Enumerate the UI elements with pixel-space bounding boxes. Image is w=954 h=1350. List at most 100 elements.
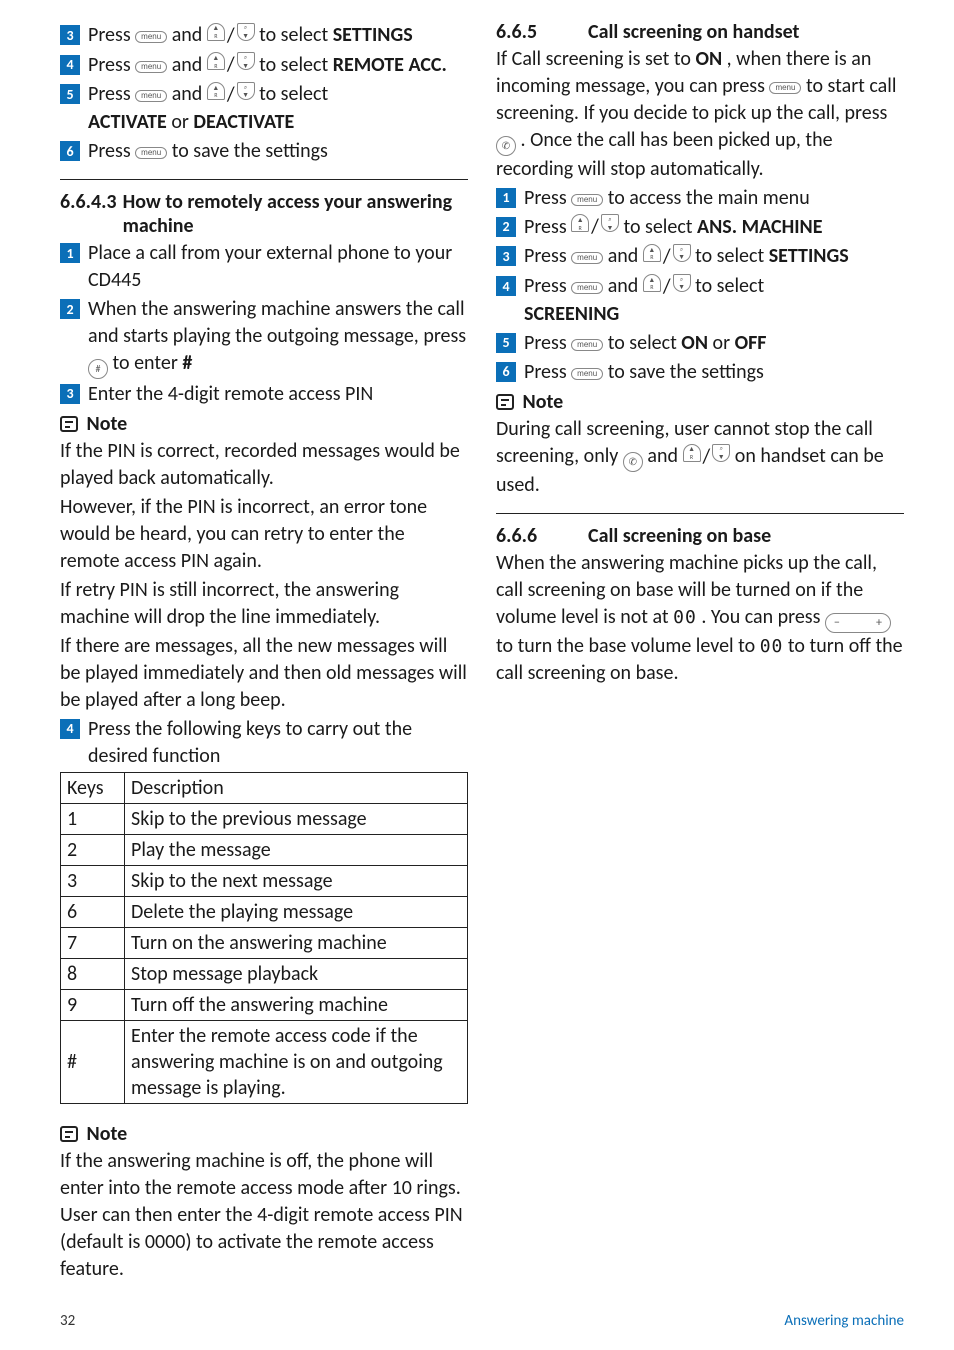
step-5: 5 Press menu and ▲R/⌕▼ to select ACTIVAT… — [60, 81, 468, 136]
note-heading: Note — [496, 390, 904, 414]
note-icon — [60, 1126, 78, 1142]
remote-step-1: 1 Place a call from your external phone … — [60, 240, 468, 294]
text: Place a call from your external phone to… — [88, 240, 468, 294]
volume-value: 00 — [760, 636, 784, 657]
hs-step-2: 2 Press ▲R/⌕▼ to select ANS. MACHINE — [496, 214, 904, 242]
menu-icon: menu — [135, 31, 167, 43]
left-column: 3 Press menu and ▲R/⌕▼ to select SETTING… — [60, 20, 468, 1285]
note-label: Note — [523, 390, 564, 414]
text: Press — [88, 82, 135, 106]
step-number: 1 — [60, 243, 80, 263]
text: and — [172, 23, 207, 47]
text: Enter the 4-digit remote access PIN — [88, 381, 468, 408]
footer-label: Answering machine — [784, 1312, 904, 1330]
remote-step-4: 4 Press the following keys to carry out … — [60, 716, 468, 770]
section-title: Call screening on base — [588, 524, 771, 548]
text: Press — [88, 23, 135, 47]
text: to select — [259, 53, 333, 77]
step-4: 4 Press menu and ▲R/⌕▼ to select REMOTE … — [60, 52, 468, 80]
step-number: 3 — [60, 384, 80, 404]
step-number: 6 — [496, 362, 516, 382]
divider — [496, 513, 904, 514]
volume-value: 00 — [673, 607, 697, 628]
section-6-6-4-3: 6.6.4.3 How to remotely access your answ… — [60, 190, 468, 238]
target: SETTINGS — [333, 23, 413, 47]
call-icon: ✆ — [496, 136, 516, 156]
step-number: 5 — [60, 84, 80, 104]
hash: # — [182, 351, 192, 375]
menu-icon: menu — [135, 61, 167, 73]
table-header-row: Keys Description — [61, 772, 468, 803]
note-icon — [60, 416, 78, 432]
volume-rocker-icon: −+ — [825, 613, 891, 633]
intro-text: If Call screening is set to ON , when th… — [496, 46, 904, 183]
remote-step-2: 2 When the answering machine answers the… — [60, 296, 468, 379]
header-keys: Keys — [61, 772, 125, 803]
note-text: If retry PIN is still incorrect, the ans… — [60, 577, 468, 631]
section-6-6-6: 6.6.6 Call screening on base — [496, 524, 904, 548]
up-down-icon: ▲R/⌕▼ — [207, 23, 255, 50]
text: Press — [88, 53, 135, 77]
menu-icon: menu — [135, 147, 167, 159]
step-number: 4 — [60, 55, 80, 75]
up-down-icon: ▲R/⌕▼ — [207, 52, 255, 79]
step-number: 3 — [60, 25, 80, 45]
step-6: 6 Press menu to save the settings — [60, 138, 468, 165]
note-icon — [496, 394, 514, 410]
step-3: 3 Press menu and ▲R/⌕▼ to select SETTING… — [60, 22, 468, 50]
table-row: 3Skip to the next message — [61, 865, 468, 896]
step-number: 4 — [60, 719, 80, 739]
menu-icon: menu — [571, 194, 603, 206]
note-label: Note — [87, 412, 128, 436]
section-number: 6.6.5 — [496, 20, 578, 44]
note-label: Note — [87, 1122, 128, 1146]
section-6-6-5: 6.6.5 Call screening on handset — [496, 20, 904, 44]
note-text: If the answering machine is off, the pho… — [60, 1148, 468, 1283]
body-text: When the answering machine picks up the … — [496, 550, 904, 687]
up-down-icon: ▲R/⌕▼ — [643, 274, 691, 301]
step-number: 4 — [496, 276, 516, 296]
step-number: 5 — [496, 333, 516, 353]
text: or — [171, 110, 193, 134]
text: Press — [88, 139, 135, 163]
page-number: 32 — [60, 1312, 75, 1330]
step-number: 2 — [60, 299, 80, 319]
menu-icon: menu — [135, 90, 167, 102]
table-row: 7Turn on the answering machine — [61, 927, 468, 958]
hs-step-6: 6 Press menu to save the settings — [496, 359, 904, 386]
call-icon: ✆ — [623, 452, 643, 472]
text: to select — [259, 23, 333, 47]
up-down-icon: ▲R/⌕▼ — [683, 444, 731, 471]
text: to save the settings — [172, 139, 328, 163]
note-text: However, if the PIN is incorrect, an err… — [60, 494, 468, 575]
hash-key-icon: # — [88, 359, 108, 379]
target: ACTIVATE — [88, 110, 167, 134]
text: to enter — [113, 351, 183, 375]
menu-icon: menu — [571, 368, 603, 380]
divider — [60, 179, 468, 180]
step-number: 3 — [496, 246, 516, 266]
menu-icon: menu — [571, 282, 603, 294]
text: to select — [259, 82, 328, 106]
table-row: 8Stop message playback — [61, 958, 468, 989]
remote-step-3: 3 Enter the 4-digit remote access PIN — [60, 381, 468, 408]
text: and — [172, 82, 207, 106]
section-number: 6.6.4.3 — [60, 190, 117, 238]
menu-icon: menu — [571, 252, 603, 264]
hs-step-5: 5 Press menu to select ON or OFF — [496, 330, 904, 357]
text: and — [172, 53, 207, 77]
hs-step-4: 4 Press menu and ▲R/⌕▼ to select SCREENI… — [496, 273, 904, 328]
section-number: 6.6.6 — [496, 524, 578, 548]
target: REMOTE ACC. — [333, 53, 447, 77]
target: DEACTIVATE — [193, 110, 294, 134]
up-down-icon: ▲R/⌕▼ — [207, 82, 255, 109]
right-column: 6.6.5 Call screening on handset If Call … — [496, 20, 904, 1285]
text: When the answering machine answers the c… — [88, 297, 466, 348]
section-title: How to remotely access your answering ma… — [123, 190, 468, 238]
note-heading: Note — [60, 412, 468, 436]
table-row: 1Skip to the previous message — [61, 803, 468, 834]
text: Press the following keys to carry out th… — [88, 716, 468, 770]
up-down-icon: ▲R/⌕▼ — [571, 214, 619, 241]
step-number: 2 — [496, 217, 516, 237]
page-footer: 32 Answering machine — [60, 1312, 904, 1330]
